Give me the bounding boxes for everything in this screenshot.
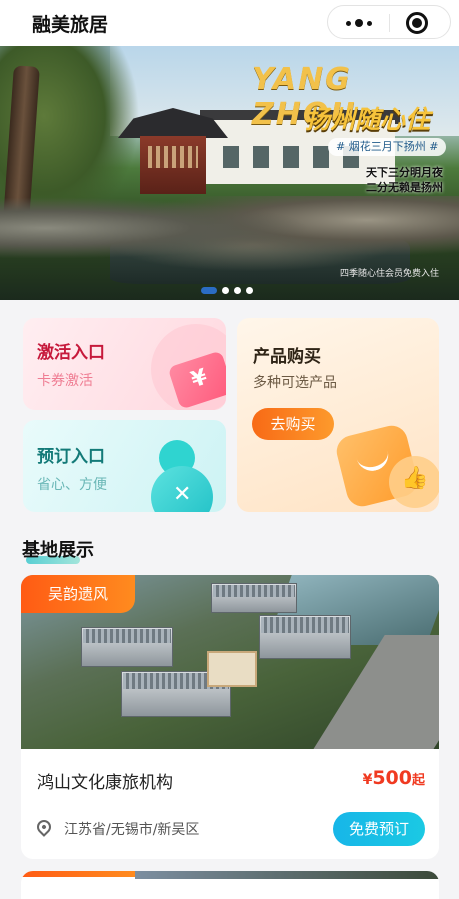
target-close-icon[interactable] — [406, 12, 428, 34]
mini-program-capsule — [327, 5, 451, 39]
carousel-dot-active[interactable] — [201, 286, 217, 294]
photo-building-roof — [83, 629, 171, 643]
activate-entry-card[interactable]: 激活入口 卡券激活 — [23, 318, 226, 410]
capsule-divider — [389, 14, 390, 32]
banner-poem-line-1: 天下三分明月夜 — [366, 166, 443, 179]
top-bar: 融美旅居 — [0, 0, 459, 46]
activate-entry-subtitle: 卡券激活 — [37, 373, 93, 389]
price-value: 500 — [372, 767, 412, 789]
reserve-entry-subtitle: 省心、方便 — [37, 477, 107, 493]
buy-product-card[interactable]: 产品购买 多种可选产品 去购买 — [237, 318, 439, 512]
banner-window — [283, 146, 299, 168]
banner-pavilion — [140, 136, 206, 194]
listing-card-next[interactable] — [21, 871, 439, 899]
listing-photo[interactable]: 吴韵遗风 — [21, 575, 439, 749]
banner-rockery — [0, 196, 459, 276]
reserve-entry-title: 预订入口 — [37, 447, 105, 467]
next-listing-photo-edge — [135, 871, 439, 879]
photo-building-roof — [261, 617, 349, 633]
banner-window — [313, 146, 329, 168]
location-pin-icon — [34, 817, 54, 837]
banner-poem-line-2: 二分无赖是扬州 — [366, 181, 443, 194]
listing-location: 江苏省/无锡市/新吴区 — [64, 822, 200, 838]
carousel-dot[interactable] — [234, 286, 241, 294]
listing-price: ¥500起 — [363, 767, 425, 789]
price-suffix: 起 — [411, 773, 425, 788]
photo-courtyard — [207, 651, 257, 687]
carousel-indicator — [201, 286, 261, 294]
app-title: 融美旅居 — [32, 14, 109, 36]
hero-banner[interactable]: YANG ZHOU 扬州随心住 # 烟花三月下扬州 # 天下三分明月夜 二分无赖… — [0, 46, 459, 300]
banner-window — [253, 146, 269, 168]
listing-badge: 吴韵遗风 — [21, 575, 135, 613]
banner-heading-cn: 扬州随心住 — [305, 105, 431, 134]
listing-name: 鸿山文化康旅机构 — [37, 773, 173, 793]
carousel-dot[interactable] — [222, 286, 229, 294]
banner-tag: # 烟花三月下扬州 # — [328, 138, 447, 156]
app-screen: 融美旅居 YANG ZHOU 扬州随心住 # 烟花三月下扬州 # 天下三分明月夜… — [0, 0, 459, 899]
thumbs-up-icon — [389, 456, 439, 508]
buy-product-subtitle: 多种可选产品 — [253, 375, 337, 391]
section-title: 基地展示 — [22, 540, 94, 561]
banner-window — [223, 146, 239, 168]
carousel-dot[interactable] — [246, 286, 253, 294]
reserve-entry-card[interactable]: 预订入口 省心、方便 — [23, 420, 226, 512]
activate-entry-title: 激活入口 — [37, 343, 105, 363]
cross-bubble-icon — [151, 466, 213, 512]
photo-building-roof — [213, 585, 295, 597]
more-dots-icon[interactable] — [342, 14, 376, 32]
go-buy-button[interactable]: 去购买 — [252, 408, 334, 440]
buy-product-title: 产品购买 — [253, 347, 321, 367]
banner-footnote: 四季随心住会员免费入住 — [340, 269, 440, 279]
listing-card[interactable]: 吴韵遗风 鸿山文化康旅机构 ¥500起 江苏省/无锡市/新吴区 免费预订 — [21, 575, 439, 859]
free-book-button[interactable]: 免费预订 — [333, 812, 425, 846]
price-currency: ¥ — [362, 772, 373, 788]
next-listing-badge-edge — [21, 871, 135, 877]
